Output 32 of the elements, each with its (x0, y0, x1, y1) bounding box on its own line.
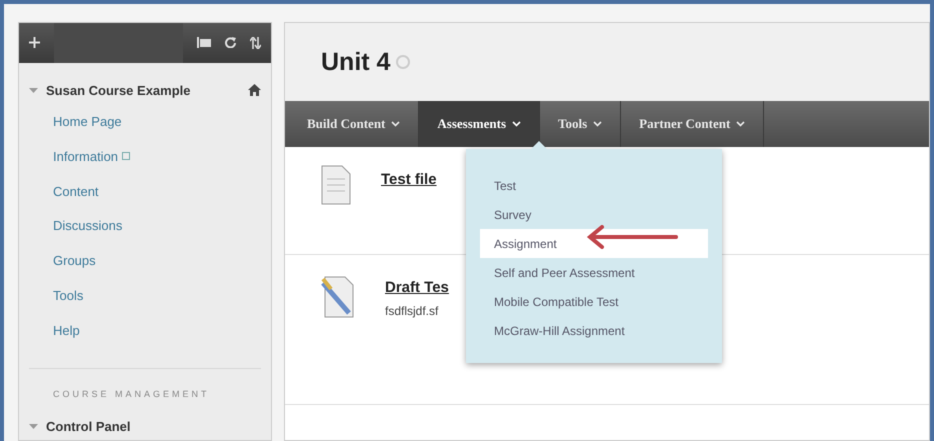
menu-item[interactable]: Mobile Compatible Test (480, 287, 708, 316)
item-description: fsdflsjdf.sf (385, 304, 440, 318)
menu-item[interactable]: Survey (480, 200, 708, 229)
sort-icon[interactable] (250, 36, 261, 49)
document-icon (321, 165, 351, 205)
menu-link[interactable]: Groups (19, 243, 271, 278)
menu-link[interactable]: Discussions (19, 208, 271, 244)
item-title[interactable]: Test file (381, 171, 437, 188)
section-heading: COURSE MANAGEMENT (52, 388, 211, 399)
menu-link[interactable]: Information (19, 138, 271, 174)
menu-link[interactable]: Help (19, 313, 271, 348)
chevron-icon (512, 121, 522, 127)
course-title: Susan Course Example (46, 82, 192, 98)
menu-link[interactable]: Content (19, 174, 271, 208)
control-panel-title[interactable]: Control Panel (46, 418, 261, 434)
folder-icon[interactable] (197, 37, 211, 48)
item-title[interactable]: Draft Tes (385, 279, 449, 296)
menu-tab[interactable]: Assessments (419, 101, 540, 147)
home-icon[interactable] (248, 84, 261, 96)
chevron-icon (593, 121, 602, 127)
menu-item[interactable]: Test (480, 171, 708, 200)
menu-item[interactable]: McGraw-Hill Assignment (480, 316, 708, 345)
menu-item[interactable]: Self and Peer Assessment (480, 258, 708, 287)
refresh-icon[interactable] (225, 37, 236, 48)
menu-tab[interactable]: Partner Content (621, 101, 764, 147)
page-title: Unit 4 (321, 48, 390, 76)
chevron-icon (736, 121, 746, 127)
menu-item[interactable]: Assignment (480, 229, 708, 258)
menu-link[interactable]: Tools (19, 278, 271, 314)
menu-link[interactable]: Home Page (19, 104, 271, 139)
chevron-icon (391, 121, 400, 127)
add-icon[interactable] (29, 37, 40, 48)
